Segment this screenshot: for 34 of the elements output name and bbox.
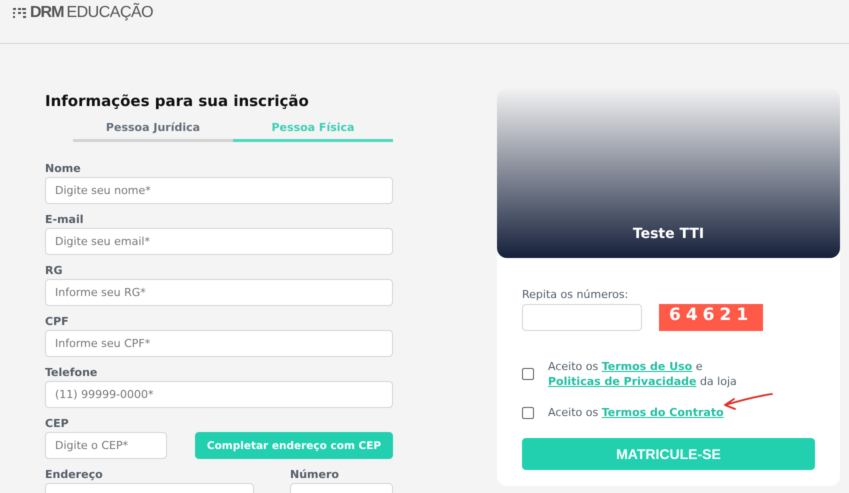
input-field[interactable]: Digite seu nome*	[45, 177, 393, 204]
input-field[interactable]: Digite o CEP*	[45, 432, 167, 459]
checkbox[interactable]	[522, 368, 534, 380]
field-label: CPF	[45, 315, 70, 328]
complete-address-button[interactable]: Completar endereço com CEP	[195, 432, 393, 459]
logo-text: EDUCAÇÃO	[66, 4, 154, 22]
course-title: Teste TTI	[632, 226, 704, 242]
input-field[interactable]: Digite seu email*	[45, 228, 393, 255]
checkbox[interactable]	[522, 406, 534, 418]
captcha-code: 64621	[659, 304, 764, 331]
logo-text: DRM	[30, 4, 64, 22]
field-label: Endereço	[45, 468, 104, 481]
input-field[interactable]: Informe seu RG*	[45, 279, 393, 306]
enroll-button[interactable]: MATRICULE-SE	[522, 438, 815, 470]
field-label: Número	[290, 468, 340, 481]
tab[interactable]: Pessoa Jurídica	[73, 121, 233, 142]
terms-link[interactable]: Termos de Uso	[602, 360, 692, 373]
terms-text: Aceito os Termos de Uso e Politicas de Privacidade da loja	[548, 359, 738, 389]
captcha-label: Repita os números:	[522, 288, 630, 301]
captcha-field[interactable]	[522, 304, 642, 331]
field-label: RG	[45, 264, 64, 277]
terms-link[interactable]: Termos do Contrato	[602, 406, 724, 419]
field-label: CEP	[45, 417, 70, 430]
field-label: Telefone	[45, 366, 98, 379]
field-label: E-mail	[45, 213, 85, 226]
field-label: Nome	[45, 162, 82, 175]
form-title: Informações para sua inscrição	[45, 92, 310, 110]
input-field[interactable]: Informe seu CPF*	[45, 330, 393, 357]
terms-text: Aceito os Termos do Contrato	[548, 405, 725, 420]
terms-link[interactable]: Politicas de Privacidade	[548, 375, 696, 388]
input-field[interactable]: (11) 99999-0000*	[45, 381, 393, 408]
tab[interactable]: Pessoa Física	[233, 121, 393, 142]
arrow-drawing	[722, 392, 774, 412]
logo-icon	[13, 8, 27, 18]
